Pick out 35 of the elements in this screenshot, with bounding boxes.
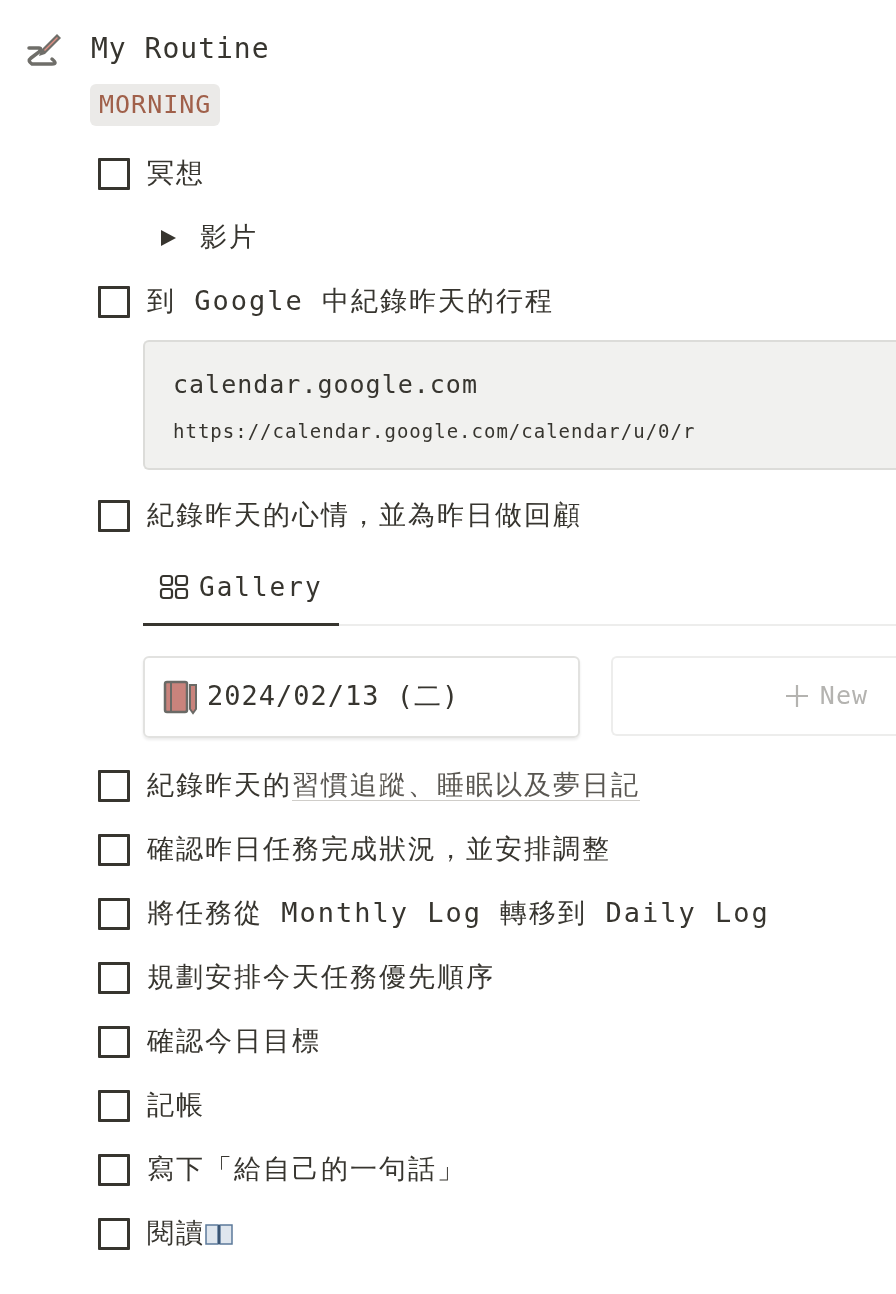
page-link[interactable]: 習慣追蹤、睡眠以及夢日記 [292,769,640,802]
bookmark-url: https://calendar.google.com/calendar/u/0/r [173,419,697,444]
checkbox[interactable] [98,157,130,190]
checkbox[interactable] [98,285,130,318]
checkbox[interactable] [98,1089,130,1122]
toggle-text[interactable]: 影片 [200,217,258,258]
todo-text: 記帳 [147,1088,205,1123]
todo-text: 閱讀 [147,1216,205,1251]
checkbox[interactable] [98,961,130,994]
checkbox[interactable] [98,1153,130,1186]
todo-text: 到 Google 中紀錄昨天的行程 [147,284,555,319]
todo-text: 紀錄昨天的習慣追蹤、睡眠以及夢日記 [147,768,640,804]
todo-text: 寫下「給自己的一句話」 [147,1152,466,1187]
view-tab[interactable]: Gallery [143,559,339,626]
checkbox[interactable] [98,499,130,532]
todo-text: 將任務從 Monthly Log 轉移到 Daily Log [147,896,770,931]
checkbox[interactable] [98,769,130,802]
checkbox[interactable] [98,897,130,930]
todo-text: 規劃安排今天任務優先順序 [147,960,495,995]
bookmark-card[interactable]: calendar.google.com https://calendar.google.com/calendar/u/0/r [143,339,896,470]
gallery-grid-icon [159,574,189,600]
bookmark-title: calendar.google.com [173,368,479,401]
todo-text: 冥想 [147,156,205,191]
checkbox[interactable] [98,833,130,866]
gallery-card[interactable]: 2024/02/13 (二) [143,655,580,738]
plus-icon [783,682,810,709]
page-title: My Routine [91,31,270,67]
todo-text: 確認昨日任務完成狀況，並安排調整 [147,832,611,867]
todo-text: 紀錄昨天的心情，並為昨日做回顧 [147,498,582,533]
section-tag: MORNING [90,84,221,126]
toggle-triangle-icon[interactable] [159,228,177,247]
notebook-icon [163,678,199,715]
checkbox[interactable] [98,1025,130,1058]
checkbox[interactable] [98,1217,130,1250]
todo-text: 確認今日目標 [147,1024,321,1059]
